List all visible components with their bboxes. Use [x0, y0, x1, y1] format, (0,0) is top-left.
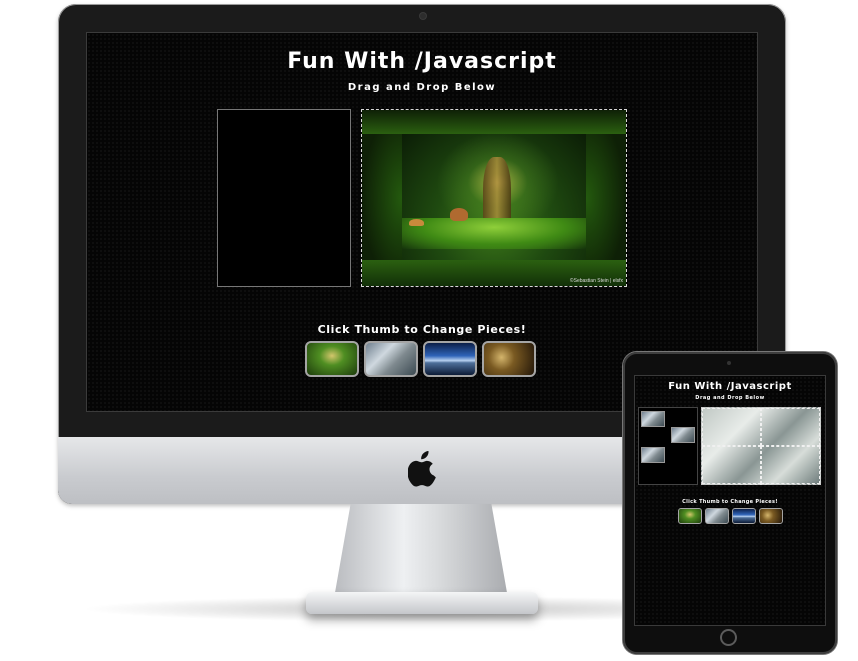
city-thumb[interactable] — [705, 508, 729, 524]
thumbnail-strip — [305, 341, 536, 377]
ipad-pieces-drop-zone[interactable] — [638, 407, 698, 485]
ipad-device: Fun With /Javascript Drag and Drop Below… — [623, 352, 837, 654]
ipad-page-subtitle: Drag and Drop Below — [695, 395, 765, 401]
space-thumb[interactable] — [732, 508, 756, 524]
pieces-drop-zone[interactable] — [217, 109, 351, 287]
forest-thumb[interactable] — [678, 508, 702, 524]
puzzle-board[interactable]: ©Sebastian Stein | elsfx — [361, 109, 627, 287]
ipad-page-title: Fun With /Javascript — [668, 381, 792, 392]
puzzle-piece[interactable] — [671, 427, 695, 443]
ipad-thumb-instructions: Click Thumb to Change Pieces! — [682, 499, 778, 505]
thumb-instructions: Click Thumb to Change Pieces! — [317, 323, 527, 336]
gold-thumb[interactable] — [759, 508, 783, 524]
camera-icon — [727, 361, 731, 365]
drop-cell-4[interactable] — [761, 446, 820, 484]
puzzle-image: ©Sebastian Stein | elsfx — [362, 110, 626, 286]
puzzle-piece[interactable] — [641, 447, 665, 463]
camera-icon — [420, 13, 426, 19]
page-subtitle: Drag and Drop Below — [347, 82, 497, 93]
city-thumb[interactable] — [364, 341, 418, 377]
forest-thumb[interactable] — [305, 341, 359, 377]
drop-cell-2[interactable] — [761, 408, 820, 446]
apple-logo-icon — [408, 451, 436, 487]
drop-cell-1[interactable] — [702, 408, 761, 446]
ipad-thumbnail-strip — [678, 508, 783, 524]
home-button[interactable] — [720, 629, 737, 646]
ipad-screen: Fun With /Javascript Drag and Drop Below… — [634, 375, 826, 626]
ipad-puzzle-board[interactable] — [701, 407, 821, 485]
space-thumb[interactable] — [423, 341, 477, 377]
drop-cell-3[interactable] — [702, 446, 761, 484]
image-credit: ©Sebastian Stein | elsfx — [569, 278, 623, 284]
gold-thumb[interactable] — [482, 341, 536, 377]
imac-stand — [333, 504, 509, 604]
imac-stand-base — [306, 592, 538, 614]
puzzle-piece[interactable] — [641, 411, 665, 427]
page-title: Fun With /Javascript — [287, 49, 557, 74]
